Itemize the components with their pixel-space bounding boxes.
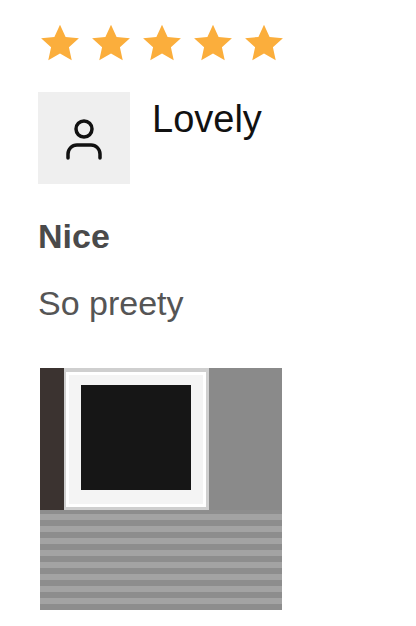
author-row: Lovely <box>38 92 416 184</box>
star-icon <box>140 22 184 64</box>
avatar <box>38 92 130 184</box>
review-title: Nice <box>38 216 416 257</box>
star-icon <box>242 22 286 64</box>
author-name: Lovely <box>152 92 262 142</box>
person-icon <box>60 114 108 162</box>
review-card: Lovely Nice So preety <box>0 0 416 610</box>
star-icon <box>191 22 235 64</box>
star-icon <box>38 22 82 64</box>
star-rating <box>38 22 416 64</box>
review-photo[interactable] <box>40 368 282 610</box>
review-body: So preety <box>38 283 416 324</box>
star-icon <box>89 22 133 64</box>
